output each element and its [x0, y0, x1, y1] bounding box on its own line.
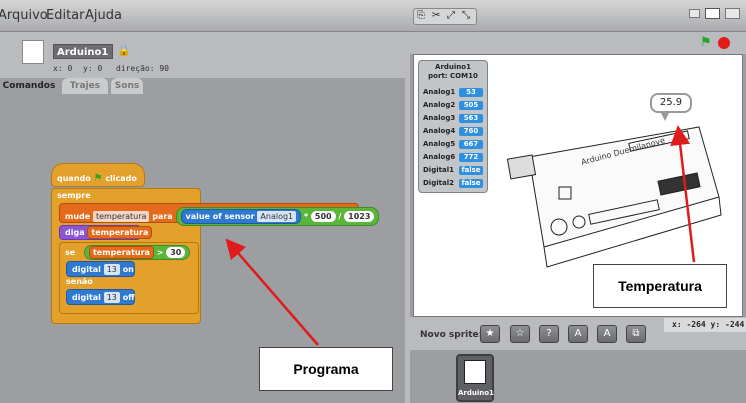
annotation-arrows [225, 125, 696, 346]
callout-temperatura: Temperatura [593, 264, 727, 308]
callout-programa: Programa [259, 347, 393, 391]
arrow-to-temperature [670, 125, 696, 263]
arrow-to-program [225, 238, 319, 346]
